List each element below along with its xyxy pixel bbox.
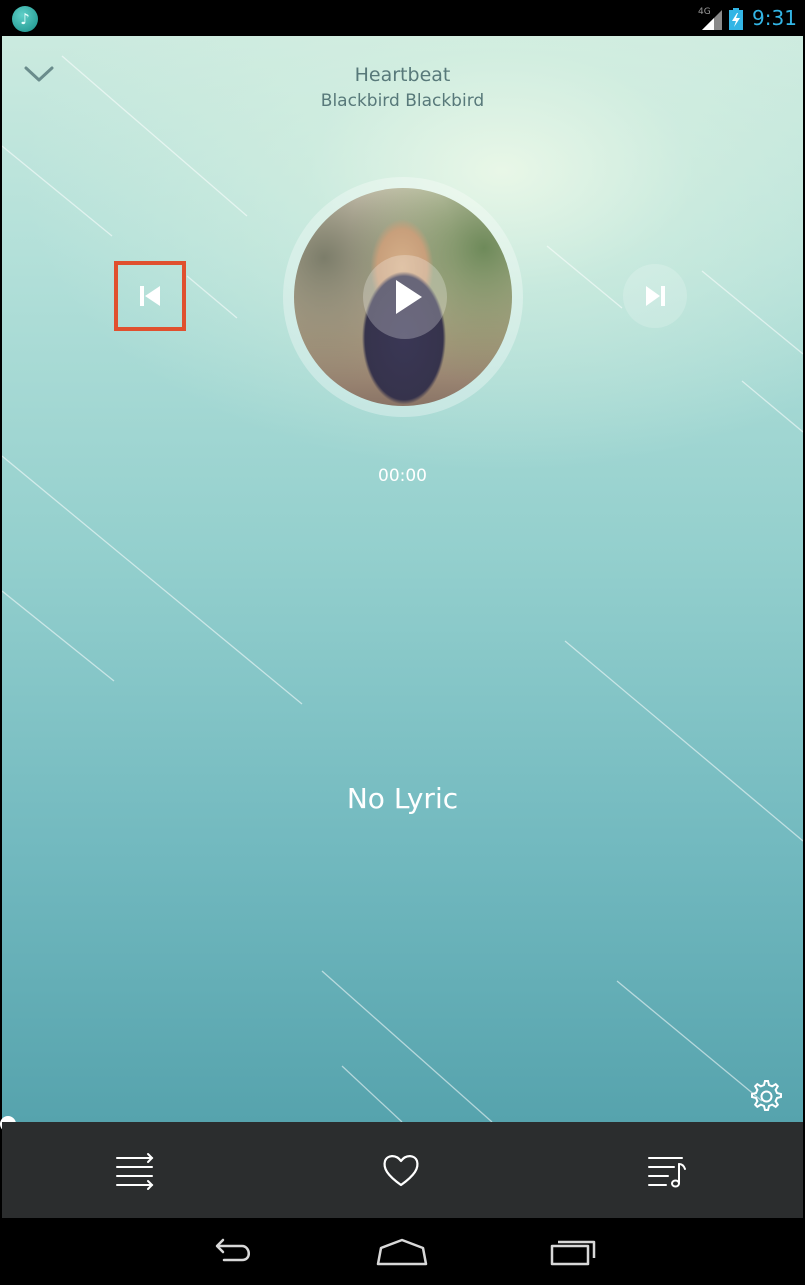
elapsed-time: 00:00 <box>378 466 427 486</box>
heart-icon <box>383 1155 419 1187</box>
recent-apps-icon <box>550 1240 596 1266</box>
playlist-icon <box>648 1157 686 1188</box>
next-track-button[interactable] <box>623 264 687 328</box>
signal-icon <box>702 10 722 30</box>
home-icon <box>376 1238 428 1266</box>
play-button[interactable] <box>363 255 447 339</box>
nav-home-button[interactable] <box>372 1234 432 1270</box>
track-artist: Blackbird Blackbird <box>320 91 485 111</box>
gear-icon <box>751 1080 782 1111</box>
bottom-toolbar <box>2 1122 803 1218</box>
back-icon <box>215 1238 250 1262</box>
track-title: Heartbeat <box>354 64 451 86</box>
play-icon <box>396 280 422 314</box>
music-note-icon: ♪ <box>12 6 38 32</box>
skip-next-icon <box>646 286 665 306</box>
nav-recents-button[interactable] <box>542 1234 602 1270</box>
settings-button[interactable] <box>746 1076 784 1114</box>
shuffle-icon <box>116 1153 154 1190</box>
lyric-text: No Lyric <box>346 782 459 815</box>
navigation-bar <box>0 1218 805 1285</box>
player-screen: Heartbeat Blackbird Blackbird 00:00 No L… <box>2 36 803 1122</box>
favorite-button[interactable] <box>379 1150 423 1190</box>
nav-back-button[interactable] <box>202 1234 262 1270</box>
battery-icon <box>729 8 743 30</box>
status-bar: ♪ 4G 9:31 <box>0 0 805 36</box>
playlist-button[interactable] <box>646 1150 690 1190</box>
skip-previous-icon <box>140 286 160 306</box>
previous-track-button[interactable] <box>114 261 186 331</box>
clock: 9:31 <box>752 6 797 30</box>
queue-button[interactable] <box>114 1150 158 1190</box>
